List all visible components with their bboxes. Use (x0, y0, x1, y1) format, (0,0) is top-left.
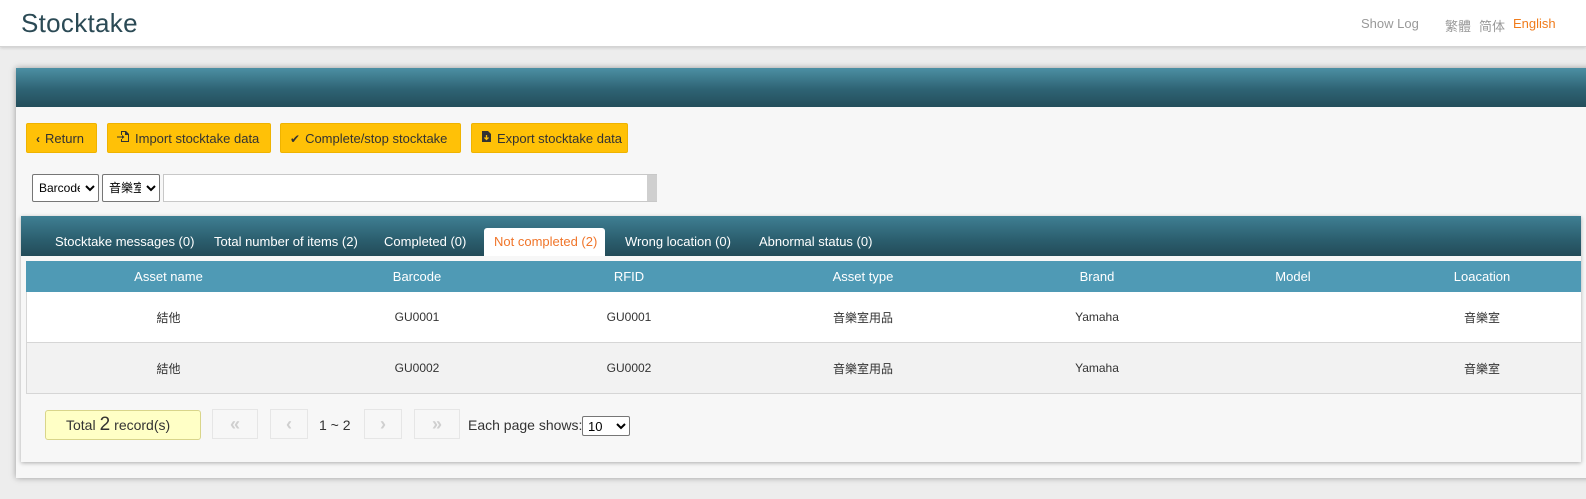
location-select[interactable]: 音樂室 (102, 174, 160, 202)
total-count: 2 (99, 414, 111, 435)
col-model[interactable]: Model (1203, 261, 1383, 292)
import-label: Import stocktake data (135, 131, 260, 146)
search-input[interactable] (163, 174, 657, 202)
chevron-left-icon: ‹ (36, 132, 40, 146)
cell-barcode: GU0002 (311, 342, 523, 394)
cell-model (1203, 292, 1383, 343)
cell-barcode: GU0001 (311, 292, 523, 343)
double-chevron-left-icon: « (229, 414, 240, 434)
col-asset-type[interactable]: Asset type (735, 261, 991, 292)
search-field-select[interactable]: Barcode (32, 174, 99, 202)
tab-stocktake-messages[interactable]: Stocktake messages (0) (45, 228, 204, 256)
total-records-badge: Total 2 record(s) (45, 410, 201, 440)
page-size-select[interactable]: 10 (582, 416, 630, 436)
page-range: 1 ~ 2 (319, 417, 351, 433)
return-label: Return (45, 131, 85, 146)
tab-wrong-location[interactable]: Wrong location (0) (615, 228, 741, 256)
results-panel: Stocktake messages (0) Total number of i… (21, 216, 1581, 462)
cell-rfid: GU0001 (523, 292, 735, 343)
page-size-label: Each page shows: (468, 417, 583, 433)
table-row[interactable]: 結他 GU0001 GU0001 音樂室用品 Yamaha 音樂室 (26, 292, 1581, 343)
file-import-icon (117, 124, 130, 154)
first-page-button[interactable]: « (212, 409, 258, 439)
tab-abnormal-status[interactable]: Abnormal status (0) (749, 228, 882, 256)
col-location[interactable]: Loacation (1383, 261, 1581, 292)
import-button[interactable]: Import stocktake data (107, 123, 271, 153)
cell-brand: Yamaha (991, 342, 1203, 394)
tab-total-items[interactable]: Total number of items (2) (204, 228, 368, 256)
complete-label: Complete/stop stocktake (305, 131, 448, 146)
complete-stocktake-button[interactable]: ✔ Complete/stop stocktake (280, 123, 461, 153)
stocktake-panel: ‹ Return Import stocktake data ✔ Complete/… (16, 68, 1586, 478)
cell-brand: Yamaha (991, 292, 1203, 343)
cell-location: 音樂室 (1383, 292, 1581, 343)
asset-table: Asset name Barcode RFID Asset type Brand… (26, 261, 1581, 394)
tab-not-completed[interactable]: Not completed (2) (484, 228, 605, 256)
double-chevron-right-icon: » (431, 414, 442, 434)
table-row[interactable]: 結他 GU0002 GU0002 音樂室用品 Yamaha 音樂室 (26, 342, 1581, 394)
cell-location: 音樂室 (1383, 342, 1581, 394)
col-barcode[interactable]: Barcode (311, 261, 523, 292)
total-prefix: Total (66, 417, 96, 433)
next-page-button[interactable]: › (364, 409, 402, 439)
tab-bar: Stocktake messages (0) Total number of i… (21, 216, 1581, 256)
check-icon: ✔ (290, 132, 301, 146)
col-brand[interactable]: Brand (991, 261, 1203, 292)
lang-simplified-chinese[interactable]: 简体 (1479, 16, 1505, 35)
chevron-left-icon: ‹ (286, 414, 292, 434)
show-log-link[interactable]: Show Log (1361, 16, 1419, 31)
chevron-right-icon: › (380, 414, 386, 434)
export-button[interactable]: Export stocktake data (471, 123, 628, 153)
app-title: Stocktake (21, 8, 138, 38)
cell-asset-type: 音樂室用品 (735, 292, 991, 343)
col-rfid[interactable]: RFID (523, 261, 735, 292)
cell-model (1203, 342, 1383, 394)
cell-rfid: GU0002 (523, 342, 735, 394)
cell-asset-type: 音樂室用品 (735, 342, 991, 394)
prev-page-button[interactable]: ‹ (270, 409, 308, 439)
file-export-icon (481, 124, 492, 154)
lang-traditional-chinese[interactable]: 繁體 (1445, 16, 1471, 35)
table-header-row: Asset name Barcode RFID Asset type Brand… (26, 261, 1581, 292)
panel-header (16, 68, 1586, 107)
return-button[interactable]: ‹ Return (26, 123, 97, 153)
cell-asset-name: 結他 (26, 342, 311, 394)
table-border (26, 292, 27, 393)
tab-completed[interactable]: Completed (0) (374, 228, 476, 256)
export-label: Export stocktake data (497, 131, 623, 146)
col-asset-name[interactable]: Asset name (26, 261, 311, 292)
lang-english[interactable]: English (1513, 16, 1556, 31)
search-input-scroll (647, 175, 657, 201)
total-suffix: record(s) (114, 417, 171, 433)
last-page-button[interactable]: » (414, 409, 460, 439)
top-bar: Stocktake Show Log 繁體 简体 English (0, 0, 1586, 47)
cell-asset-name: 結他 (26, 292, 311, 343)
